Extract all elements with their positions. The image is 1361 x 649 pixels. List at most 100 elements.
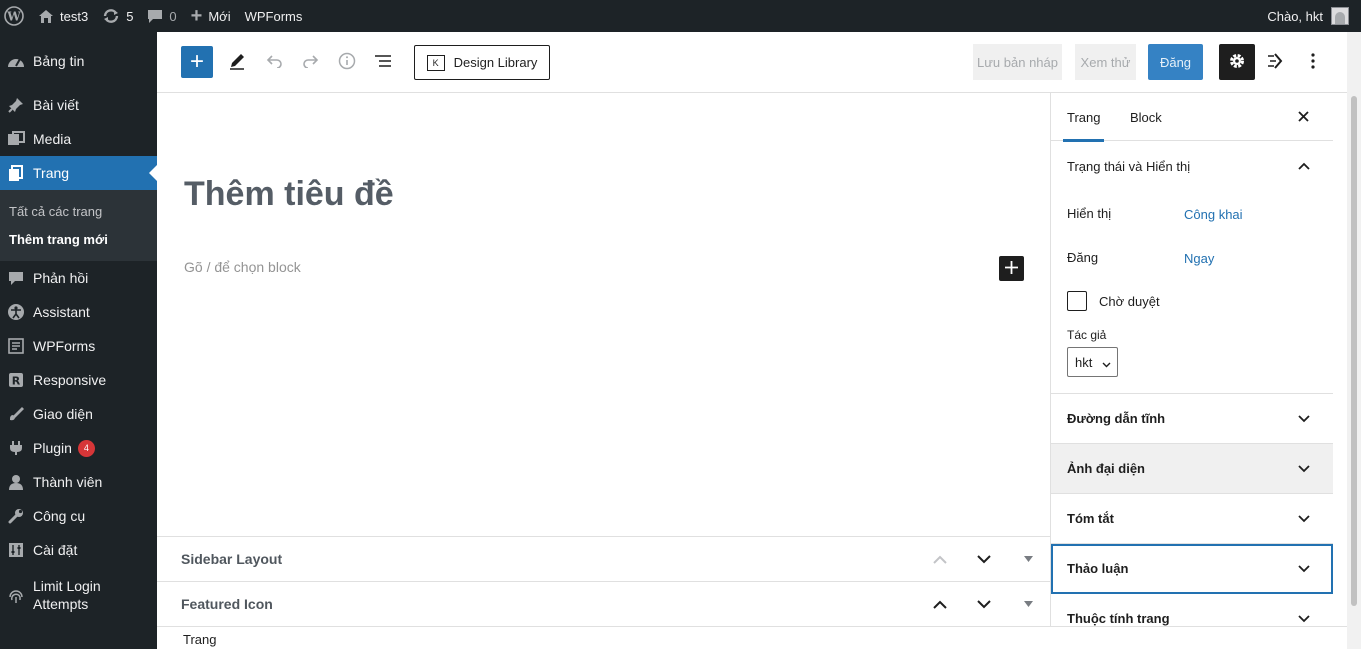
site-name: test3 [60, 8, 89, 24]
editor-header: + K Design Library Lưu bản nháp Xem thử … [157, 32, 1347, 93]
responsive-logo-icon: R [6, 370, 26, 390]
submenu-add-new-page[interactable]: Thêm trang mới [0, 225, 157, 253]
gear-icon [1228, 52, 1246, 73]
menu-dashboard-label: Bảng tin [33, 53, 85, 69]
move-up-button[interactable] [928, 592, 952, 616]
menu-settings[interactable]: Cài đặt [0, 533, 157, 567]
publish-date-toggle[interactable]: Ngay [1184, 251, 1214, 266]
close-icon [1297, 110, 1309, 125]
visibility-toggle[interactable]: Công khai [1184, 207, 1243, 222]
tools-button[interactable] [225, 50, 249, 74]
panel-featured-image[interactable]: Ảnh đại diện [1051, 444, 1333, 494]
tab-block[interactable]: Block [1130, 93, 1162, 141]
tab-page[interactable]: Trang [1062, 93, 1106, 142]
kadence-controls-button[interactable] [1265, 50, 1289, 74]
home-icon [38, 9, 54, 24]
chevron-down-icon [1292, 607, 1316, 626]
sidebar-tabs: Trang Block [1051, 93, 1333, 142]
toggle-panel-button[interactable] [1016, 547, 1040, 571]
panel-status-visibility[interactable]: Trạng thái và Hiển thị [1051, 142, 1333, 190]
menu-responsive[interactable]: R Responsive [0, 363, 157, 397]
menu-posts[interactable]: Bài viết [0, 88, 157, 122]
toggle-panel-button[interactable] [1016, 592, 1040, 616]
pending-review-checkbox[interactable] [1067, 291, 1087, 311]
block-inserter-button[interactable]: + [181, 46, 213, 78]
account-menu[interactable]: Chào, hkt [1267, 0, 1349, 32]
pending-review-label: Chờ duyệt [1099, 294, 1160, 309]
list-view-button[interactable] [371, 50, 395, 74]
settings-toggle-button[interactable] [1219, 44, 1255, 80]
comments-count: 0 [169, 8, 177, 24]
admin-menu: Bảng tin Bài viết Media Trang Tất cả các… [0, 32, 157, 649]
menu-assistant-label: Assistant [33, 304, 90, 320]
updates-link[interactable]: 5 [95, 0, 140, 32]
menu-media[interactable]: Media [0, 122, 157, 156]
publish-button[interactable]: Đăng [1148, 44, 1203, 80]
submenu-all-pages[interactable]: Tất cả các trang [0, 197, 157, 225]
chevron-down-icon [1292, 557, 1316, 581]
new-content-link[interactable]: + Mới [184, 0, 238, 32]
menu-appearance[interactable]: Giao diện [0, 397, 157, 431]
close-sidebar-button[interactable] [1291, 105, 1315, 129]
chevron-down-icon [1292, 407, 1316, 431]
panel-title: Thuộc tính trang [1067, 611, 1170, 626]
plugins-update-badge: 4 [77, 439, 95, 457]
panel-excerpt[interactable]: Tóm tắt [1051, 494, 1333, 544]
publish-label: Đăng [1067, 250, 1099, 265]
menu-comments-label: Phản hồi [33, 270, 89, 286]
panel-page-attributes[interactable]: Thuộc tính trang [1051, 594, 1333, 626]
wpforms-link[interactable]: WPForms [238, 0, 310, 32]
list-view-icon [374, 54, 392, 71]
panel-discussion[interactable]: Thảo luận [1051, 544, 1333, 594]
redo-button[interactable] [299, 50, 323, 74]
move-down-button[interactable] [972, 592, 996, 616]
fingerprint-icon [6, 587, 26, 607]
chevron-down-icon [1292, 507, 1316, 531]
panel-permalink[interactable]: Đường dẫn tĩnh [1051, 394, 1333, 444]
menu-users[interactable]: Thành viên [0, 465, 157, 499]
scrollbar-thumb[interactable] [1351, 96, 1357, 606]
details-button[interactable] [335, 50, 359, 74]
more-options-button[interactable] [1301, 50, 1325, 74]
comment-icon [6, 268, 26, 288]
updates-count: 5 [126, 8, 134, 24]
new-label: Mới [208, 8, 231, 24]
svg-text:R: R [12, 375, 21, 388]
menu-wpforms[interactable]: WPForms [0, 329, 157, 363]
menu-plugins[interactable]: Plugin 4 [0, 431, 157, 465]
site-name-link[interactable]: test3 [31, 0, 95, 32]
menu-tools[interactable]: Công cụ [0, 499, 157, 533]
wordpress-logo-icon[interactable]: W [0, 0, 31, 32]
menu-comments[interactable]: Phản hồi [0, 261, 157, 295]
plus-icon: + [190, 4, 203, 27]
move-up-button[interactable] [928, 547, 952, 571]
menu-pages[interactable]: Trang [0, 156, 157, 190]
menu-assistant[interactable]: Assistant [0, 295, 157, 329]
move-down-button[interactable] [972, 547, 996, 571]
visibility-label: Hiển thị [1067, 206, 1112, 221]
user-icon [6, 472, 26, 492]
undo-button[interactable] [262, 50, 286, 74]
menu-limit-login[interactable]: Limit Login Attempts [0, 577, 157, 617]
kadence-icon [1267, 52, 1287, 73]
metabox-featured-icon: Featured Icon [157, 581, 1050, 626]
menu-dashboard[interactable]: Bảng tin [0, 44, 157, 78]
author-value: hkt [1075, 354, 1093, 370]
add-block-button[interactable] [999, 256, 1024, 281]
panel-title: Trạng thái và Hiển thị [1067, 158, 1191, 174]
post-title-input[interactable]: Thêm tiêu đề [184, 175, 394, 214]
save-draft-button[interactable]: Lưu bản nháp [973, 44, 1062, 80]
undo-icon [265, 54, 283, 71]
greeting: Chào, hkt [1267, 8, 1323, 24]
comment-icon [147, 9, 163, 24]
author-select[interactable]: hkt [1067, 347, 1118, 377]
preview-button[interactable]: Xem thử [1075, 44, 1136, 80]
metabox-title: Featured Icon [181, 596, 273, 612]
page-scrollbar[interactable] [1347, 32, 1361, 649]
breadcrumb-item[interactable]: Trang [183, 632, 216, 647]
pencil-icon [228, 52, 246, 73]
comments-link[interactable]: 0 [140, 0, 183, 32]
default-block-appender[interactable]: Gõ / để chọn block [184, 259, 301, 275]
design-library-button[interactable]: K Design Library [414, 45, 550, 80]
block-breadcrumb: Trang [157, 626, 1347, 649]
